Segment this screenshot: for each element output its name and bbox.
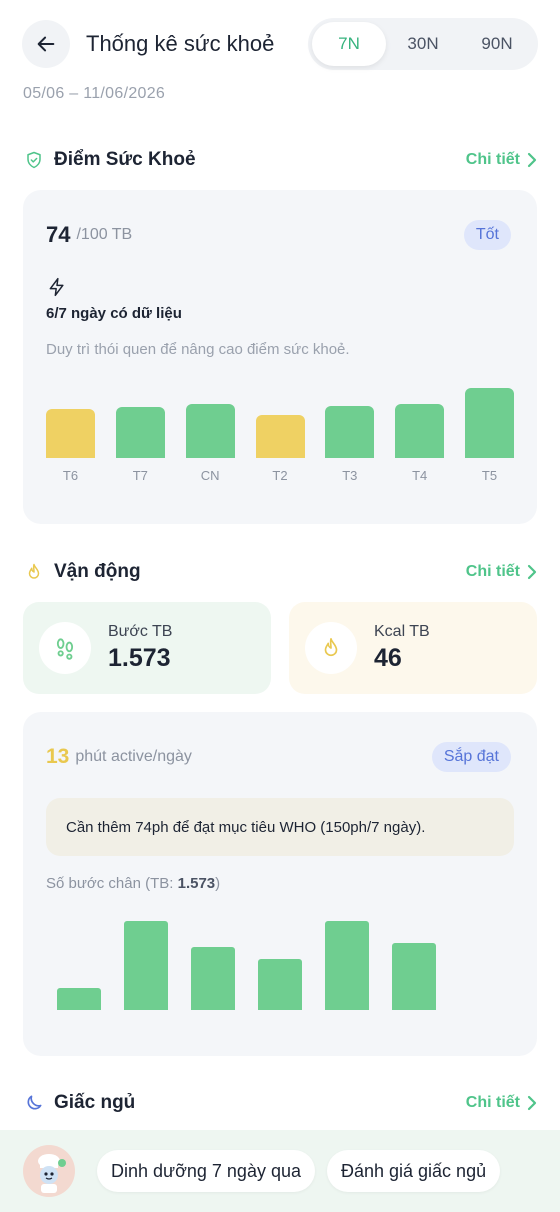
date-range: 05/06 – 11/06/2026 xyxy=(23,85,166,102)
header: Thống kê sức khoẻ 7N 30N 90N xyxy=(22,18,538,70)
detail-label: Chi tiết xyxy=(465,563,520,580)
health-bar-chart: T6 T7 CN T2 T3 T4 T5 xyxy=(46,372,514,492)
score-row: 74 /100 TB Tốt xyxy=(46,220,511,250)
steps-value: 1.573 xyxy=(108,644,171,672)
active-minutes-card: 13 phút active/ngày Sắp đạt Cần thêm 74p… xyxy=(23,712,537,1056)
health-score-card: 74 /100 TB Tốt 6/7 ngày có dữ liệu Duy t… xyxy=(23,190,537,524)
flame-icon xyxy=(305,622,357,674)
data-days-text: 6/7 ngày có dữ liệu xyxy=(46,305,182,322)
tab-30-days[interactable]: 30N xyxy=(386,22,460,66)
shield-check-icon xyxy=(24,150,44,170)
health-detail-link[interactable]: Chi tiết xyxy=(466,151,538,169)
footprints-icon xyxy=(39,622,91,674)
score-value: 74 xyxy=(46,222,71,247)
suggestion-bar: Dinh dưỡng 7 ngày qua Đánh giá giấc ngủ xyxy=(0,1130,560,1212)
bar-day-label: T3 xyxy=(342,468,358,483)
steps-text: Bước TB 1.573 xyxy=(108,623,172,673)
nutrition-suggestion-chip[interactable]: Dinh dưỡng 7 ngày qua xyxy=(97,1150,315,1192)
arrow-left-icon xyxy=(37,36,55,52)
range-tabs: 7N 30N 90N xyxy=(308,18,538,70)
steps-bar-chart xyxy=(46,916,514,1010)
section-title: Vận động xyxy=(54,561,141,582)
kcal-label: Kcal TB xyxy=(374,623,430,640)
tab-90-days[interactable]: 90N xyxy=(460,22,534,66)
kcal-card[interactable]: Kcal TB 46 xyxy=(289,602,537,694)
steps-card[interactable]: Bước TB 1.573 xyxy=(23,602,271,694)
health-bar xyxy=(46,409,95,458)
health-bar xyxy=(185,404,235,458)
score-unit: /100 TB xyxy=(76,226,133,243)
health-bar xyxy=(115,406,165,458)
chevron-right-icon xyxy=(527,1095,537,1111)
active-minutes-unit: phút active/ngày xyxy=(75,748,192,765)
steps-bar xyxy=(57,988,101,1010)
steps-bar xyxy=(191,946,235,1010)
steps-bar xyxy=(325,921,369,1010)
moon-icon xyxy=(24,1093,44,1113)
steps-chart-caption: Số bước chân (TB: 1.573) xyxy=(46,875,220,892)
sleep-section-header: Giấc ngủ Chi tiết xyxy=(24,1089,538,1117)
caption-prefix: Số bước chân (TB: xyxy=(46,875,178,892)
bar-day-label: T5 xyxy=(481,468,498,483)
who-goal-note: Cần thêm 74ph để đạt mục tiêu WHO (150ph… xyxy=(46,798,514,856)
bar-day-label: T6 xyxy=(62,468,79,483)
kcal-value: 46 xyxy=(374,644,402,672)
bar-day-label: T7 xyxy=(132,468,148,483)
chef-avatar[interactable] xyxy=(23,1145,75,1197)
status-badge: Sắp đạt xyxy=(431,742,511,772)
steps-label: Bước TB xyxy=(108,623,173,640)
detail-label: Chi tiết xyxy=(465,1094,520,1111)
caption-value: 1.573 xyxy=(177,875,216,892)
sleep-detail-link[interactable]: Chi tiết xyxy=(466,1094,538,1112)
bolt-icon xyxy=(47,276,67,303)
activity-detail-link[interactable]: Chi tiết xyxy=(466,563,538,581)
tab-7-days[interactable]: 7N xyxy=(312,22,386,66)
active-minutes-value: 13 xyxy=(46,745,70,768)
steps-bar xyxy=(392,942,436,1010)
section-title: Giấc ngủ xyxy=(54,1092,136,1113)
health-bar xyxy=(465,388,514,458)
kcal-text: Kcal TB 46 xyxy=(374,623,430,673)
detail-label: Chi tiết xyxy=(465,151,520,168)
caption-suffix: ) xyxy=(215,875,221,892)
bar-day-label: CN xyxy=(200,468,220,483)
sleep-suggestion-chip[interactable]: Đánh giá giấc ngủ xyxy=(326,1150,501,1192)
health-bar xyxy=(325,405,375,458)
back-button[interactable] xyxy=(22,20,70,68)
chevron-right-icon xyxy=(527,564,537,580)
steps-bar xyxy=(258,959,302,1010)
bar-day-label: T4 xyxy=(412,468,428,483)
section-title: Điểm Sức Khoẻ xyxy=(54,149,196,170)
status-badge: Tốt xyxy=(463,220,511,250)
steps-bar xyxy=(124,921,168,1010)
health-bar xyxy=(395,404,445,458)
page-title: Thống kê sức khoẻ xyxy=(86,31,275,56)
flame-icon xyxy=(24,562,44,582)
health-bar xyxy=(255,414,305,458)
hint-text: Duy trì thói quen để nâng cao điểm sức k… xyxy=(46,341,350,358)
bar-day-label: T2 xyxy=(272,468,288,483)
active-row: 13 phút active/ngày Sắp đạt xyxy=(46,742,511,772)
health-section-header: Điểm Sức Khoẻ Chi tiết xyxy=(24,146,538,174)
chevron-right-icon xyxy=(527,152,537,168)
activity-section-header: Vận động Chi tiết xyxy=(24,558,538,586)
